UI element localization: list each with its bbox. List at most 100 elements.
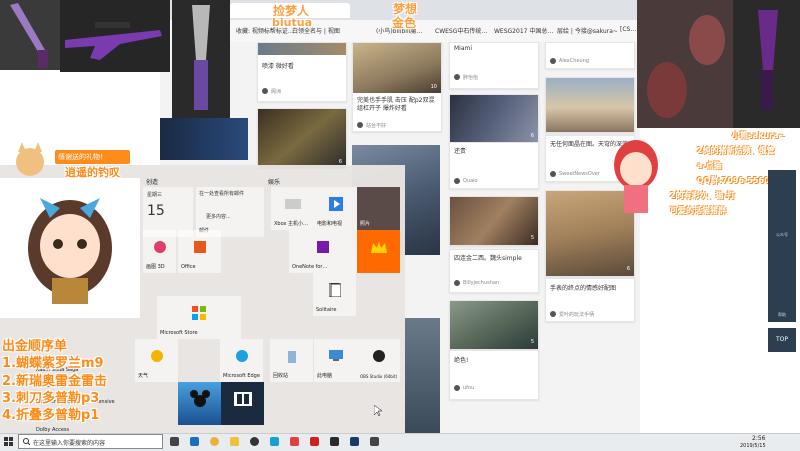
avatar (357, 122, 363, 128)
post-card[interactable]: 还贵 Quaio (449, 142, 539, 189)
office-icon (193, 241, 206, 254)
card-user[interactable]: 站台不好 (366, 122, 386, 129)
calendar-date: 15 (147, 203, 165, 219)
taskbar-date[interactable]: 2019/5/15 (740, 443, 766, 449)
sun-icon (150, 350, 163, 363)
card-title: 喷漆 微好看 (262, 63, 294, 70)
card-title: Miami (454, 45, 473, 52)
edge-tile[interactable]: Microsoft Edge (220, 339, 263, 382)
likes-count: 5 (530, 339, 534, 345)
card-user[interactable]: 胖怡怡 (463, 74, 478, 81)
post-card[interactable]: Miami 胖怡怡 (449, 42, 539, 89)
post-card[interactable]: 手表的终点的情感好配图 爱叶的玩法手柄 (545, 278, 635, 322)
obs-tile[interactable]: OBS Studio (64bit) (357, 339, 400, 382)
app-taskbar-icon[interactable] (370, 437, 379, 446)
card-user[interactable]: SweetNewsOver (559, 171, 600, 177)
solitaire-tile[interactable]: Solitaire (313, 273, 356, 316)
recycle-bin-tile[interactable]: 回收站 (270, 339, 313, 382)
card-image (258, 43, 346, 55)
mail-more: 更多内容... (206, 214, 231, 220)
avatar (454, 74, 460, 80)
mickey-icon (189, 390, 210, 408)
disney-tile[interactable] (178, 382, 221, 425)
onenote-tile[interactable]: OneNote for… (289, 230, 357, 273)
chrome-taskbar-icon[interactable] (210, 437, 219, 446)
app-taskbar-icon[interactable] (290, 437, 299, 446)
overlay-top-text: 金色 (392, 16, 417, 30)
card-user[interactable]: 阁洲 (271, 88, 281, 95)
gift-sender: 逍遥的钓叹 (65, 166, 120, 179)
tile-label: Microsoft Store (160, 330, 198, 336)
overlay-top-text: biutua (272, 16, 312, 29)
card-user[interactable]: AlexCheung (559, 58, 589, 64)
card-user[interactable]: ufou (463, 385, 474, 391)
post-card[interactable]: 5 (449, 300, 539, 350)
game-tile[interactable] (357, 230, 400, 273)
bookmark-item[interactable]: WESG2017 中国总… (494, 26, 553, 35)
order-item: 1.蝴蝶紫罗兰m9 (2, 356, 104, 371)
knife-icon (758, 10, 778, 110)
cards-icon (328, 283, 341, 298)
post-card[interactable]: 绝色! ufou (449, 350, 539, 400)
calendar-day: 星期三 (147, 192, 163, 198)
rifle-icon (65, 22, 162, 60)
edge-taskbar-icon[interactable] (190, 437, 199, 446)
social-line: 小熊sakura~ (732, 131, 786, 140)
tile-label: 电影和电视 (317, 221, 343, 227)
bookmark-item[interactable]: [CS… (620, 26, 636, 33)
taskbar-search-input[interactable]: 在这里输入你要搜索的内容 (18, 434, 163, 449)
social-line: 2的有彩次、猫-打 (670, 191, 735, 200)
explorer-taskbar-icon[interactable] (230, 437, 239, 446)
sidebar-item[interactable]: 帮助 (768, 312, 796, 318)
crown-icon (370, 241, 387, 254)
movies-tile[interactable]: 电影和电视 (314, 187, 357, 230)
app-taskbar-icon[interactable] (310, 437, 319, 446)
mascot-icon (614, 140, 658, 213)
card-title: 完美也手手肌 击压 配p2双混组杠开子 爆炸好看 (357, 97, 435, 112)
post-card[interactable]: 10 完美也手手肌 击压 配p2双混组杠开子 爆炸好看 站台不好 (352, 42, 442, 132)
back-to-top-label: TOP (775, 336, 788, 343)
paint3d-tile[interactable]: 画图 3D (143, 230, 176, 273)
xbox-tile[interactable]: Xbox 主机小… (271, 187, 314, 230)
bookmark-item[interactable]: CWESG中石传统… (435, 26, 487, 35)
likes-count: 5 (530, 235, 534, 241)
taskbar-clock[interactable]: 2:56 (752, 435, 765, 442)
photos-tile[interactable]: 照片 (357, 187, 400, 230)
bookmark-item[interactable]: 层绘 | 今接@sakura~ (557, 26, 618, 35)
card-user[interactable]: Billyjechushan (463, 280, 499, 286)
app-taskbar-icon[interactable] (330, 437, 339, 446)
task-view-icon[interactable] (170, 437, 179, 446)
knife-icon (192, 5, 210, 110)
card-user[interactable]: 爱叶的玩法手柄 (559, 311, 594, 318)
post-card[interactable]: 5 (449, 196, 539, 246)
post-card[interactable]: AlexCheung (545, 42, 635, 69)
card-image: 6 (258, 109, 346, 169)
steam-taskbar-icon[interactable] (350, 437, 359, 446)
start-section-label: 娱乐 (268, 179, 281, 186)
knife-image-2 (172, 0, 230, 118)
weather-tile[interactable]: 天气 (135, 339, 178, 382)
sidebar-item[interactable]: 公众号 (768, 232, 796, 238)
dolby-tile[interactable] (221, 382, 264, 425)
app-taskbar-icon[interactable] (270, 437, 279, 446)
social-line: a-点猫 (697, 161, 722, 170)
back-to-top-button[interactable]: TOP (768, 328, 796, 352)
post-card[interactable]: 四连金二西。魏头simple Billyjechushan (449, 249, 539, 293)
order-item: 4.折叠多普勒p1 (2, 408, 100, 423)
post-card[interactable]: 喷漆 微好看 阁洲 (257, 42, 347, 102)
cat-girl-sticker (10, 140, 50, 180)
post-card[interactable]: 6 (257, 108, 347, 170)
social-line: 2纯的猪新姑频、俄管 (697, 146, 775, 155)
store-tile[interactable]: Microsoft Store (157, 296, 241, 339)
obs-taskbar-icon[interactable] (250, 437, 259, 446)
avatar (454, 280, 460, 286)
office-tile[interactable]: Office (178, 230, 221, 273)
avatar (454, 385, 460, 391)
card-user[interactable]: Quaio (463, 178, 478, 184)
card-image[interactable] (405, 318, 440, 433)
this-pc-tile[interactable]: 此电脑 (314, 339, 357, 382)
tile-label: Office (181, 264, 196, 270)
windows-start-icon[interactable] (4, 437, 13, 446)
post-card[interactable]: 6 (449, 94, 539, 144)
store-icon (192, 306, 206, 321)
